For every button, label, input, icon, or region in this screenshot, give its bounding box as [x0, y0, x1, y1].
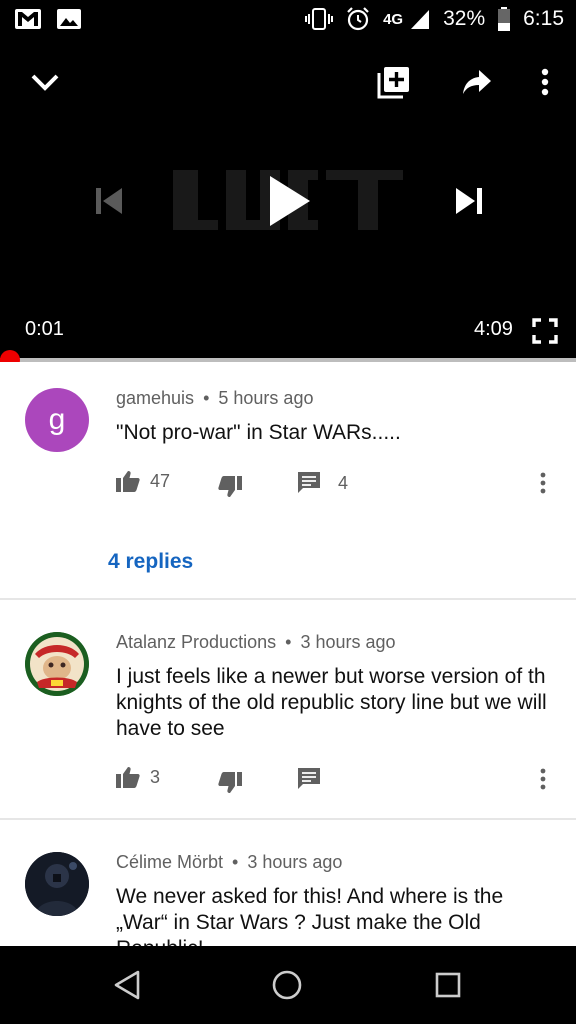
comment-text: We never asked for this! And where is th…	[116, 885, 504, 946]
reply-button[interactable]: 4	[298, 472, 348, 494]
avatar-letter: g	[48, 403, 66, 436]
thumbs-up-icon	[116, 767, 140, 788]
clock: 6:15	[523, 7, 564, 30]
more-options-button[interactable]	[530, 62, 560, 102]
chevron-down-icon	[31, 74, 59, 91]
previous-button[interactable]	[86, 178, 132, 224]
share-button[interactable]	[455, 62, 499, 102]
comment-age: 5 hours ago	[218, 388, 314, 408]
comment-icon	[298, 768, 320, 789]
skip-next-icon	[456, 188, 482, 214]
comment-text: I just feels like a newer but worse vers…	[116, 665, 547, 740]
like-count: 3	[150, 766, 161, 787]
dislike-button[interactable]	[218, 772, 242, 794]
more-vertical-icon	[540, 768, 546, 790]
avatar[interactable]: g	[25, 388, 89, 452]
add-to-playlist-button[interactable]	[372, 60, 416, 104]
thumbs-up-icon	[116, 471, 140, 492]
alarm-icon	[347, 7, 369, 31]
video-player[interactable]: 0:01 4:09	[0, 40, 576, 358]
play-button[interactable]	[258, 164, 322, 238]
avatar-image	[25, 632, 89, 696]
meta-separator: •	[232, 852, 239, 872]
next-button[interactable]	[446, 178, 492, 224]
current-time: 0:01	[25, 318, 64, 340]
comment-text: "Not pro-war" in Star WARs.....	[116, 421, 401, 444]
dislike-button[interactable]	[218, 476, 242, 498]
fullscreen-icon	[532, 318, 558, 344]
comment-meta: Célime Mörbt • 3 hours ago	[116, 852, 342, 873]
meta-separator: •	[285, 632, 292, 652]
fullscreen-button[interactable]	[528, 314, 562, 348]
playlist-add-icon	[377, 67, 409, 99]
reply-count: 4	[338, 472, 349, 493]
avatar[interactable]	[25, 852, 89, 916]
comment-meta: Atalanz Productions • 3 hours ago	[116, 632, 396, 653]
avatar[interactable]	[25, 632, 89, 696]
view-replies-link[interactable]: 4 replies	[108, 550, 193, 574]
skip-previous-icon	[96, 188, 122, 214]
home-circle-icon	[272, 970, 302, 1000]
gmail-icon	[15, 9, 41, 29]
comment-icon	[298, 472, 320, 493]
play-icon	[270, 176, 310, 226]
network-type: 4G	[383, 10, 404, 28]
more-vertical-icon	[541, 68, 549, 96]
comment-author[interactable]: Atalanz Productions	[116, 632, 276, 652]
back-button[interactable]	[104, 962, 150, 1008]
like-count: 47	[150, 470, 171, 491]
comment-age: 3 hours ago	[247, 852, 343, 872]
battery-icon	[498, 7, 511, 31]
back-triangle-icon	[114, 970, 140, 1000]
minimize-button[interactable]	[22, 62, 68, 102]
comment-author[interactable]: Célime Mörbt	[116, 852, 223, 872]
comment-meta: gamehuis • 5 hours ago	[116, 388, 313, 409]
gallery-icon	[57, 9, 81, 29]
comments-list[interactable]: g gamehuis • 5 hours ago "Not pro-war" i…	[0, 362, 576, 946]
battery-percent: 32%	[443, 7, 486, 30]
comment-age: 3 hours ago	[300, 632, 396, 652]
recents-square-icon	[435, 972, 461, 998]
like-button[interactable]: 3	[116, 766, 160, 788]
recents-button[interactable]	[425, 962, 471, 1008]
comment-author[interactable]: gamehuis	[116, 388, 194, 408]
avatar-image	[25, 852, 89, 916]
home-button[interactable]	[264, 962, 310, 1008]
signal-icon	[411, 10, 430, 29]
thumbs-down-icon	[218, 772, 242, 793]
like-button[interactable]: 47	[116, 470, 170, 492]
status-bar: 4G 32% 6:15	[0, 0, 576, 40]
system-nav-bar	[0, 946, 576, 1024]
duration: 4:09	[474, 318, 513, 340]
meta-separator: •	[203, 388, 210, 408]
vibrate-icon	[305, 8, 334, 30]
comment-divider	[0, 598, 576, 600]
reply-button[interactable]	[298, 768, 320, 790]
comment-menu-button[interactable]	[540, 472, 546, 494]
more-vertical-icon	[540, 472, 546, 494]
comment-menu-button[interactable]	[540, 768, 546, 790]
share-icon	[463, 70, 491, 94]
thumbs-down-icon	[218, 476, 242, 497]
comment-divider	[0, 818, 576, 820]
